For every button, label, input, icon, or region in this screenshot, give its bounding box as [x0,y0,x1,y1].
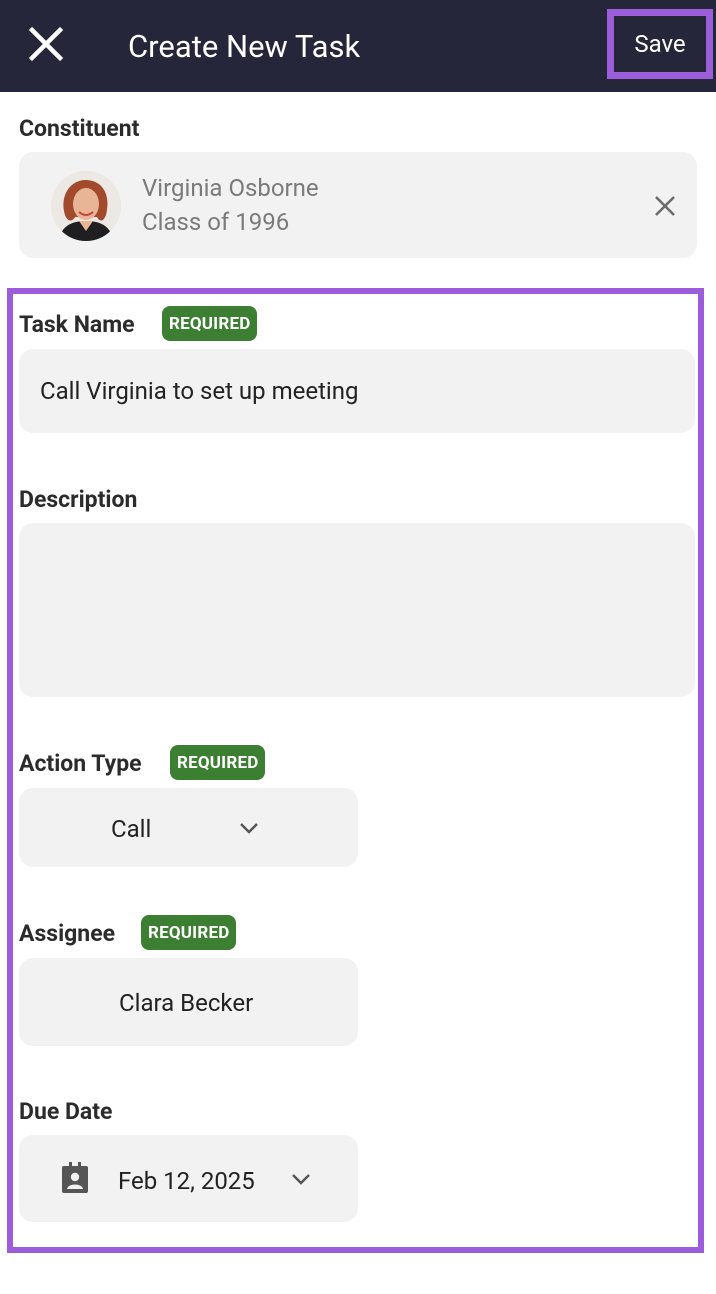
chevron-down-icon [292,1174,310,1185]
due-date-label: Due Date [19,1098,113,1125]
action-type-value: Call [111,815,152,843]
clear-icon [655,196,675,216]
save-button[interactable]: Save [614,16,706,72]
assignee-value: Clara Becker [119,989,254,1017]
calendar-icon [62,1162,88,1193]
chevron-down-icon [240,823,258,834]
avatar [51,171,121,241]
description-field[interactable] [19,523,695,697]
assignee-label: Assignee [19,920,116,947]
task-name-label: Task Name [19,311,135,338]
due-date-value: Feb 12, 2025 [118,1167,255,1195]
action-type-select[interactable]: Call [19,788,358,867]
constituent-class: Class of 1996 [142,208,290,236]
constituent-name: Virginia Osborne [142,174,319,202]
description-label: Description [19,486,138,513]
due-date-picker[interactable]: Feb 12, 2025 [19,1135,358,1222]
assignee-field[interactable]: Clara Becker [19,958,358,1046]
action-type-label: Action Type [19,750,142,777]
page-title: Create New Task [128,28,361,65]
close-button[interactable] [24,22,68,66]
task-name-value: Call Virginia to set up meeting [40,377,359,405]
constituent-card[interactable]: Virginia Osborne Class of 1996 [19,152,697,258]
required-badge: REQUIRED [141,915,237,950]
task-name-field[interactable]: Call Virginia to set up meeting [19,349,695,433]
close-icon [28,26,64,62]
clear-constituent-button[interactable] [649,190,681,222]
required-badge: REQUIRED [170,745,266,780]
required-badge: REQUIRED [162,306,258,341]
constituent-label: Constituent [19,115,140,142]
